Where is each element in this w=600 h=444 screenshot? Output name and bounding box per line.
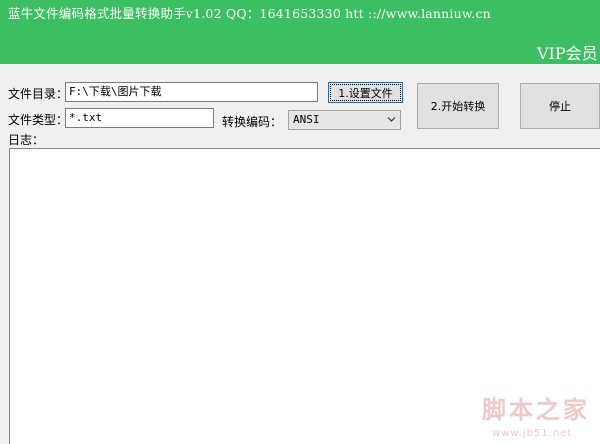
file-type-label: 文件类型： [8,113,69,127]
log-label: 日志： [8,133,45,147]
window-title: 蓝牛文件编码格式批量转换助手v1.02 QQ：1641653330 htt ::… [8,6,491,21]
title-bar: 蓝牛文件编码格式批量转换助手v1.02 QQ：1641653330 htt ::… [0,0,600,64]
directory-input[interactable]: F:\下载\图片下载 [65,82,318,102]
chevron-down-icon[interactable] [387,116,396,123]
start-convert-button[interactable]: 2.开始转换 [417,83,499,129]
stop-button[interactable]: 停止 [520,83,600,129]
stop-button-label: 停止 [549,100,571,113]
file-type-input[interactable]: *.txt [65,108,214,128]
directory-label: 文件目录： [8,87,69,101]
vip-member-link[interactable]: VIP会员 [537,40,598,64]
encoding-label: 转换编码： [222,115,283,129]
set-files-button-label: 1.设置文件 [330,84,401,101]
log-textarea[interactable] [9,148,600,444]
encoding-select[interactable]: ANSI [288,110,401,130]
encoding-selected-value: ANSI [293,113,320,126]
start-convert-button-label: 2.开始转换 [430,100,486,113]
set-files-button[interactable]: 1.设置文件 [328,82,403,103]
